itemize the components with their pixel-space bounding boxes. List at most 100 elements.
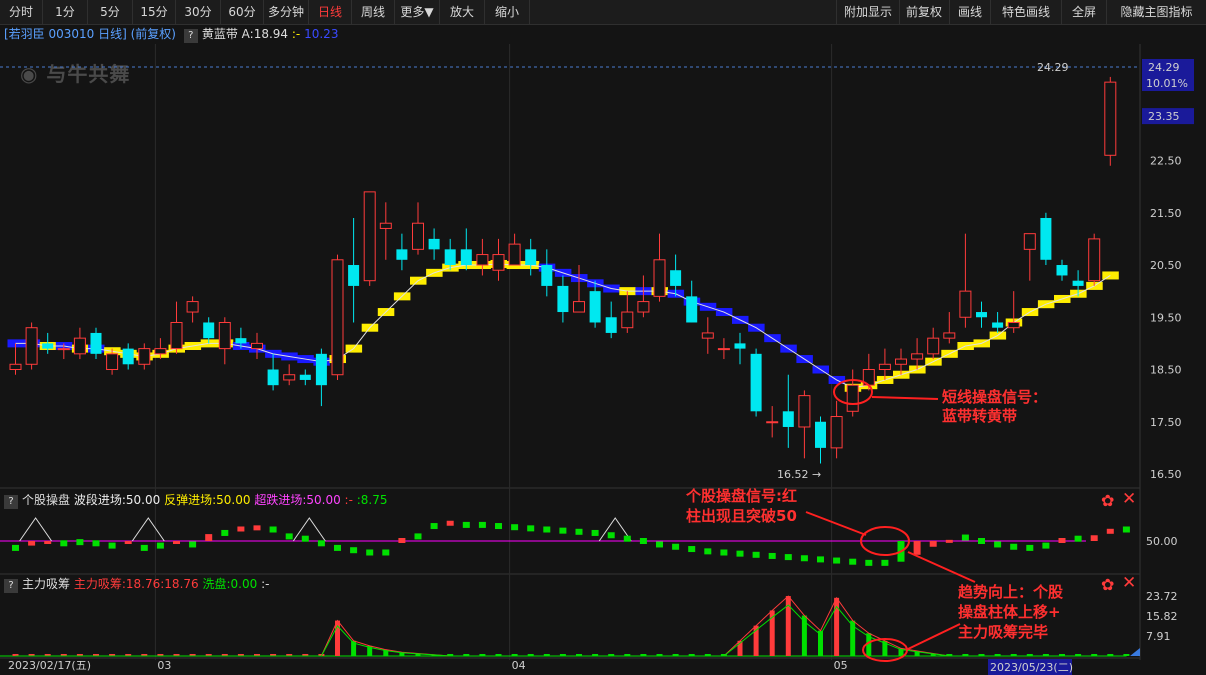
candle-body [267,369,279,386]
candle-body [299,374,311,380]
panel3-axis-tick: 7.91 [1146,630,1171,643]
low-price-label: 16.52 → [777,468,821,481]
annotation-arrow [805,511,867,536]
panel2-bar [478,521,486,528]
panel2-bar [607,532,615,539]
panel2-bar [656,541,663,548]
signal-triangle [131,517,165,542]
candle-body [1056,265,1068,276]
panel3-label1: 主力吸筹:18.76 [73,577,161,591]
candle-body [573,301,585,313]
candle-body [1088,238,1101,282]
candle-body [57,348,70,351]
candle-body [557,285,569,313]
panel2-axis-tick: 50.00 [1146,535,1178,548]
panel2-bar [92,540,100,547]
panel2-bar [881,559,889,566]
panel2-bar [414,533,422,540]
panel2-bar [994,541,1002,548]
panel2-wave: 波段进场:50.00 [73,493,161,507]
annotation-arrow [907,551,976,583]
panel2-gear-icon[interactable]: ✿ [1101,491,1114,510]
panel2-bar [720,549,728,556]
panel3-gear-icon[interactable]: ✿ [1101,575,1114,594]
candle-body [976,312,987,318]
panel2-bar [12,544,19,551]
panel2-bar [28,541,36,546]
candle-body [203,322,215,339]
candle-body [218,321,231,350]
annotation-text: 操盘柱体上移+ [958,603,1061,621]
annotation-text: 蓝带转黄带 [942,407,1017,425]
candle-body [9,363,22,371]
candle-body [992,322,1004,328]
panel2-bar [639,538,647,544]
candle-body [846,384,859,412]
panel2-bar [1026,544,1034,551]
panel2-bar [543,526,551,533]
candle-body [331,259,344,376]
panel2-bar [44,541,52,544]
panel2-bar [285,533,293,540]
panel2-bar [189,541,197,548]
panel2-bar [978,538,985,544]
candle-body [315,353,327,386]
panel2-bar [398,538,406,543]
panel2-bar [446,520,454,526]
help-icon[interactable]: ? [4,495,18,509]
panel2-rebound: 反弹进场:50.00 [164,493,251,507]
annotation-arrow [871,396,939,400]
panel2-bar [462,521,470,528]
panel2-bar [784,554,792,561]
panel2-bar [253,525,261,531]
panel2-bar [929,541,937,547]
candle-body [363,191,376,282]
price-tick: 19.50 [1150,311,1182,324]
annotation-text: 短线操盘信号： [942,388,1047,406]
panel2-bar [382,549,390,556]
candle-body [283,374,296,381]
panel2-bar [334,544,341,551]
panel2-bar [752,551,760,558]
panel2-bar [156,542,164,549]
panel2-bar [945,539,953,543]
panel2-bar [559,527,567,534]
candle-body [525,249,537,266]
panel3-info: ? 主力吸筹 主力吸筹:18.76:18.76 洗盘:0.00 :- [0,576,270,593]
panel2-bar [76,539,84,546]
panel2-close-icon[interactable]: ✕ [1122,489,1136,509]
panel3-sep: :- [261,577,270,591]
band-segment [1102,271,1119,280]
help-icon[interactable]: ? [4,579,18,593]
high-price-label: 24.29 [1037,61,1069,74]
panel2-bar [350,547,358,554]
chart-canvas: 50.00 23.72 15.82 7.91 24.29 16.52 → 24.29 10… [0,44,1194,675]
panel2-info: ? 个股操盘 波段进场:50.00 反弹进场:50.00 超跌进场:50.00 :… [0,492,388,509]
panel2-bar [817,556,824,563]
candle-body [798,395,811,428]
panel2-bar [800,555,808,562]
date-label-month: 05 [834,659,848,672]
panel3-axis-tick: 15.82 [1146,610,1178,623]
date-label-start: 2023/02/17(五) [8,659,91,672]
panel3-close-icon[interactable]: ✕ [1122,573,1136,593]
panel2-bar [140,544,148,551]
candle-body [428,238,440,250]
candle-body [348,265,360,286]
candle-body [895,358,907,365]
candle-body [154,348,167,355]
candle-body [686,296,698,323]
panel2-bar [865,559,873,566]
candle-body [1007,321,1020,329]
price-tick: 16.50 [1150,468,1182,481]
candle-body [460,249,472,266]
candle-body [412,222,424,250]
panel2-oversold: 超跌进场:50.00 [254,493,341,507]
price-tick: 22.50 [1150,155,1182,168]
annotation-text: 个股操盘信号:红 [685,487,797,505]
panel2-bar [221,529,229,536]
panel3-label3: 洗盘:0.00 [202,577,258,591]
annotation-text: 趋势向上：个股 [958,583,1064,601]
candle-body [138,348,151,365]
panel2-bar [1074,535,1082,542]
